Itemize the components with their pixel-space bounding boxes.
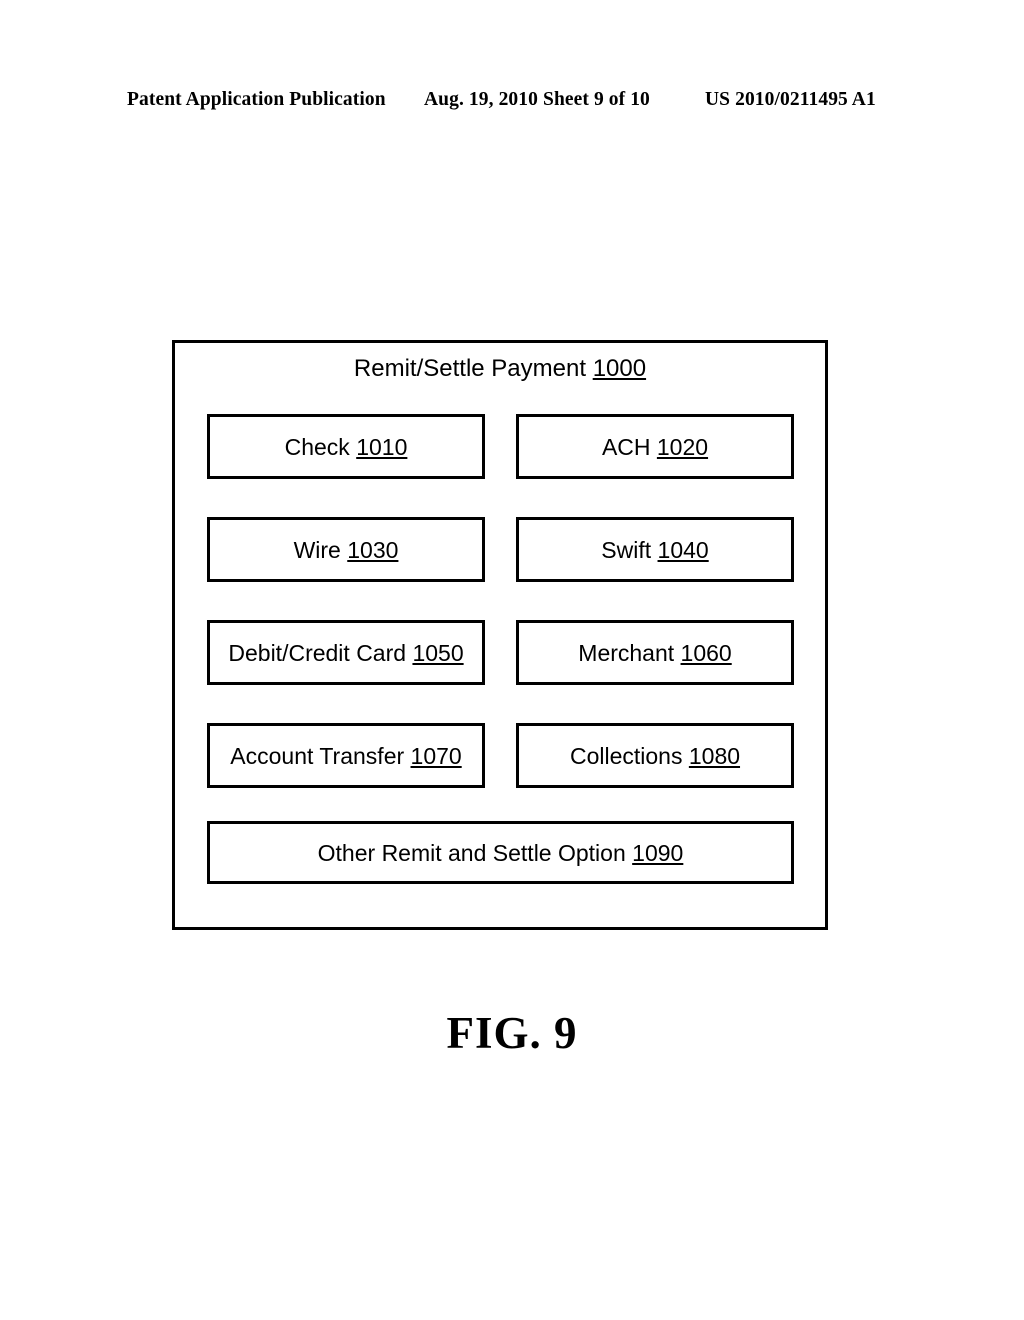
node-wire-ref: 1030 [347,536,399,563]
node-swift: Swift 1040 [516,517,794,582]
container-title-ref-numeral: 1000 [592,355,647,382]
node-merchant-text: Merchant [578,639,675,666]
node-merchant: Merchant 1060 [516,620,794,685]
figure-caption: FIG. 9 [446,1008,578,1058]
node-account-transfer-ref: 1070 [410,742,462,769]
node-other-remit-and-settle-option: Other Remit and Settle Option 1090 [207,821,794,884]
node-wire-label: Wire 1030 [294,536,399,564]
node-check-text: Check [284,433,350,460]
node-debit-credit-card-text: Debit/Credit Card [228,639,407,666]
node-ach-ref: 1020 [656,433,709,460]
remit-settle-payment-container: Remit/Settle Payment 1000 Check 1010 ACH… [172,340,828,930]
node-collections-ref: 1080 [688,742,741,769]
node-debit-credit-card: Debit/Credit Card 1050 [207,620,485,685]
node-ach-label: ACH 1020 [602,433,708,461]
node-swift-text: Swift [601,536,652,563]
node-collections-label: Collections 1080 [570,742,740,770]
node-check-label: Check 1010 [285,433,408,461]
node-swift-label: Swift 1040 [601,536,708,564]
node-wire: Wire 1030 [207,517,485,582]
node-collections-text: Collections [569,742,683,769]
node-other-remit-and-settle-option-ref: 1090 [632,839,684,866]
node-check-ref: 1010 [356,433,408,460]
node-other-remit-and-settle-option-text: Other Remit and Settle Option [317,839,626,866]
node-ach-text: ACH [601,433,651,460]
node-check: Check 1010 [207,414,485,479]
node-account-transfer-text: Account Transfer [230,742,405,769]
node-collections: Collections 1080 [516,723,794,788]
node-debit-credit-card-label: Debit/Credit Card 1050 [228,639,463,667]
node-merchant-ref: 1060 [680,639,732,666]
container-title-text: Remit/Settle Payment [353,355,587,382]
node-ach: ACH 1020 [516,414,794,479]
node-debit-credit-card-ref: 1050 [412,639,464,666]
node-other-remit-and-settle-option-label: Other Remit and Settle Option 1090 [318,839,684,867]
node-swift-ref: 1040 [657,536,709,563]
node-wire-text: Wire [293,536,341,563]
node-account-transfer-label: Account Transfer 1070 [230,742,461,770]
container-title: Remit/Settle Payment 1000 [175,354,825,384]
node-account-transfer: Account Transfer 1070 [207,723,485,788]
figure-9-diagram: Remit/Settle Payment 1000 Check 1010 ACH… [0,0,1024,1320]
node-merchant-label: Merchant 1060 [578,639,731,667]
